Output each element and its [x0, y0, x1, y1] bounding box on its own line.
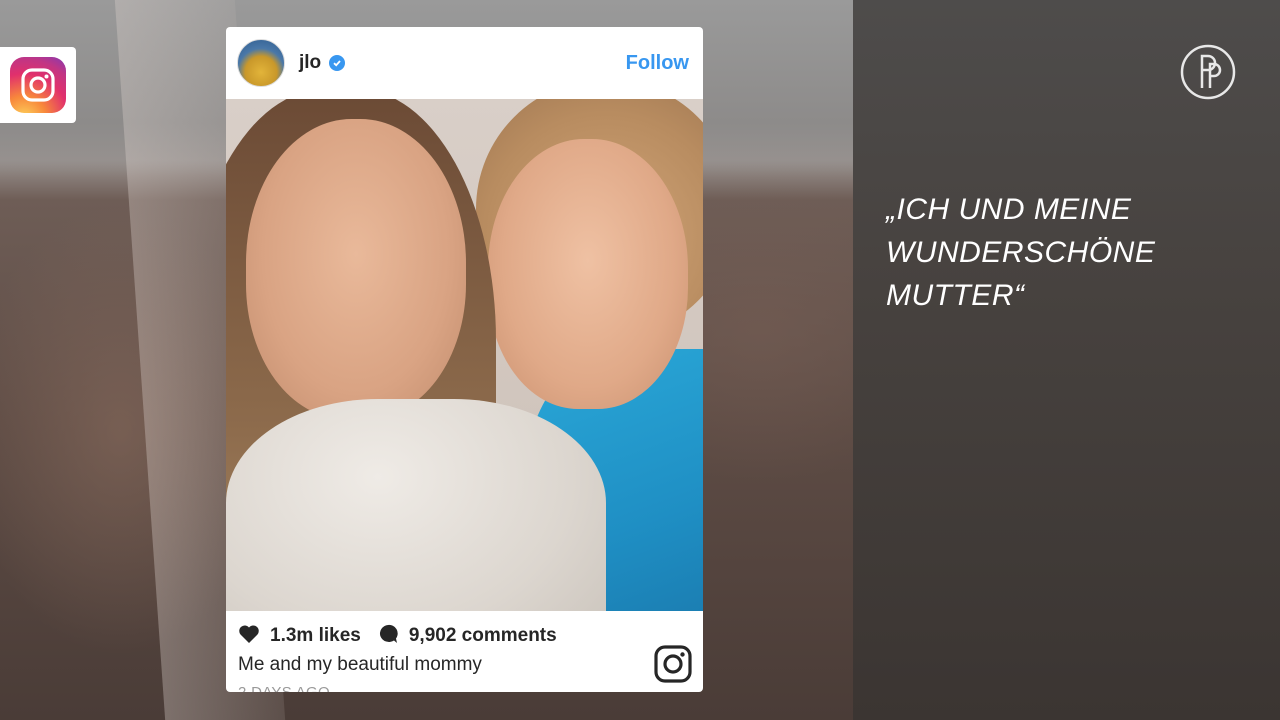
post-footer: 1.3m likes 9,902 comments Me and my beau…: [226, 611, 703, 692]
follow-button[interactable]: Follow: [626, 52, 689, 75]
quote-text: „ICH UND MEINE WUNDERSCHÖNE MUTTER“: [886, 188, 1246, 317]
brand-logo-icon: [1180, 44, 1236, 100]
quote-line-2: WUNDERSCHÖNE: [886, 236, 1156, 269]
post-header: jlo Follow: [226, 27, 703, 99]
verified-badge-icon: [329, 55, 346, 71]
instagram-logo-icon: [10, 57, 66, 113]
instagram-post-card: jlo Follow 1.3m likes 9,902 comments Me …: [226, 27, 703, 692]
quote-line-3: MUTTER“: [886, 279, 1025, 312]
post-photo: [226, 99, 703, 611]
heart-icon[interactable]: [238, 624, 260, 649]
post-caption: Me and my beautiful mommy: [238, 654, 482, 675]
instagram-glyph-icon: [654, 645, 692, 683]
likes-count: 1.3m likes: [270, 625, 361, 646]
avatar[interactable]: [237, 39, 285, 87]
right-panel: [853, 0, 1280, 720]
instagram-badge: [0, 47, 76, 123]
post-timestamp: 2 DAYS AGO: [238, 684, 691, 692]
quote-line-1: „ICH UND MEINE: [886, 193, 1132, 226]
comments-count: 9,902 comments: [408, 625, 557, 646]
post-username[interactable]: jlo: [299, 52, 321, 74]
comment-bubble-icon[interactable]: [377, 623, 399, 650]
post-stats: 1.3m likes 9,902 comments: [238, 624, 691, 648]
